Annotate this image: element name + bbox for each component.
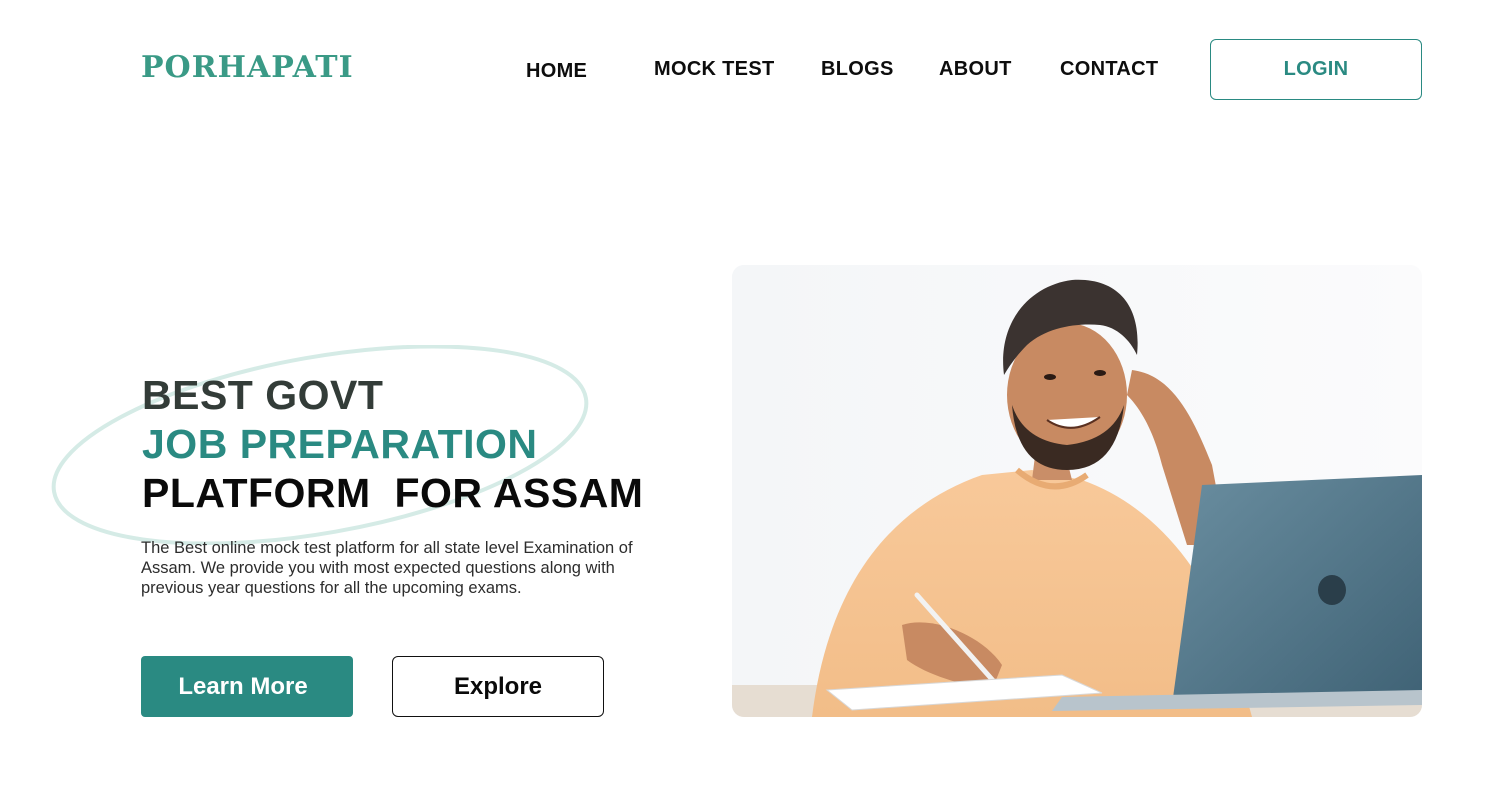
nav-home-link[interactable]: HOME: [526, 60, 587, 83]
headline-line-2: JOB PREPARATION: [142, 421, 538, 467]
nav-contact-link[interactable]: CONTACT: [1060, 58, 1158, 81]
hero-headline: BEST GOVT JOB PREPARATION PLATFORM FOR A…: [142, 371, 643, 518]
explore-button[interactable]: Explore: [392, 656, 604, 717]
nav-about-link[interactable]: ABOUT: [939, 58, 1012, 81]
nav-blogs-link[interactable]: BLOGS: [821, 58, 894, 81]
nav-mock-test-link[interactable]: MOCK TEST: [654, 58, 774, 81]
student-with-laptop-photo: [732, 265, 1422, 717]
landing-page: PORHAPATI HOME MOCK TEST BLOGS ABOUT CON…: [0, 0, 1512, 800]
login-button[interactable]: LOGIN: [1210, 39, 1422, 100]
learn-more-button[interactable]: Learn More: [141, 656, 353, 717]
brand-logo[interactable]: PORHAPATI: [141, 50, 354, 85]
hero-image: [732, 265, 1422, 717]
headline-line-3: PLATFORM FOR ASSAM: [142, 470, 644, 516]
hero-description: The Best online mock test platform for a…: [141, 539, 633, 597]
headline-line-1: BEST GOVT: [142, 372, 384, 418]
